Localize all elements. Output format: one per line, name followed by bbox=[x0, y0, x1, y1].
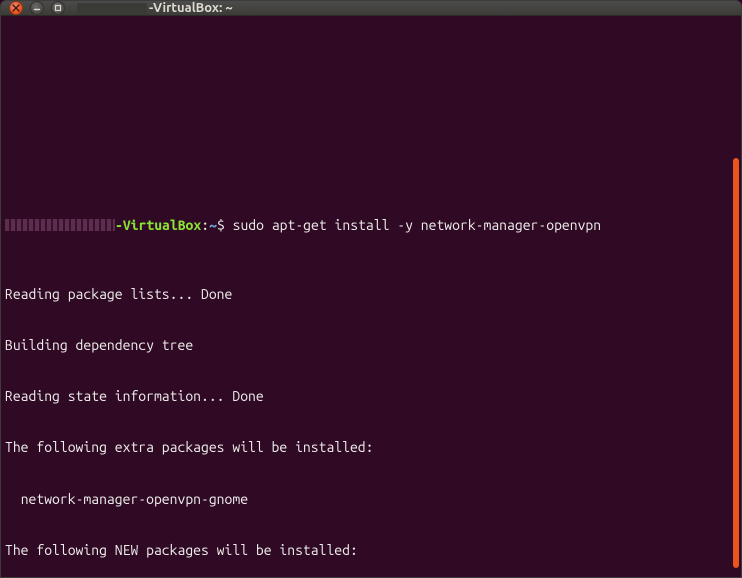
output-line: The following extra packages will be ins… bbox=[5, 439, 737, 456]
blank-space bbox=[5, 56, 737, 166]
output-line: Reading state information... Done bbox=[5, 388, 737, 405]
redacted-username bbox=[5, 219, 115, 231]
output-line: The following NEW packages will be insta… bbox=[5, 542, 737, 559]
terminal-body[interactable]: -VirtualBox:~$ sudo apt-get install -y n… bbox=[1, 16, 741, 578]
terminal-window: -VirtualBox: ~ -VirtualBox:~$ sudo apt-g… bbox=[0, 0, 742, 578]
prompt-path: ~ bbox=[209, 217, 217, 233]
maximize-icon[interactable] bbox=[51, 1, 65, 15]
output-line: network-manager-openvpn-gnome bbox=[5, 491, 737, 508]
prompt-host: -VirtualBox bbox=[115, 217, 201, 233]
titlebar[interactable]: -VirtualBox: ~ bbox=[1, 1, 741, 16]
command-text: sudo apt-get install -y network-manager-… bbox=[233, 217, 601, 233]
output-line: Building dependency tree bbox=[5, 337, 737, 354]
minimize-icon[interactable] bbox=[30, 1, 44, 15]
window-controls bbox=[9, 1, 65, 15]
output-line: Reading package lists... Done bbox=[5, 286, 737, 303]
redacted-username bbox=[77, 3, 147, 15]
prompt-line-1: -VirtualBox:~$ sudo apt-get install -y n… bbox=[5, 217, 737, 234]
prompt-symbol: $ bbox=[217, 217, 225, 233]
scrollbar[interactable] bbox=[733, 158, 739, 568]
window-title: -VirtualBox: ~ bbox=[77, 1, 233, 15]
close-icon[interactable] bbox=[9, 1, 23, 15]
